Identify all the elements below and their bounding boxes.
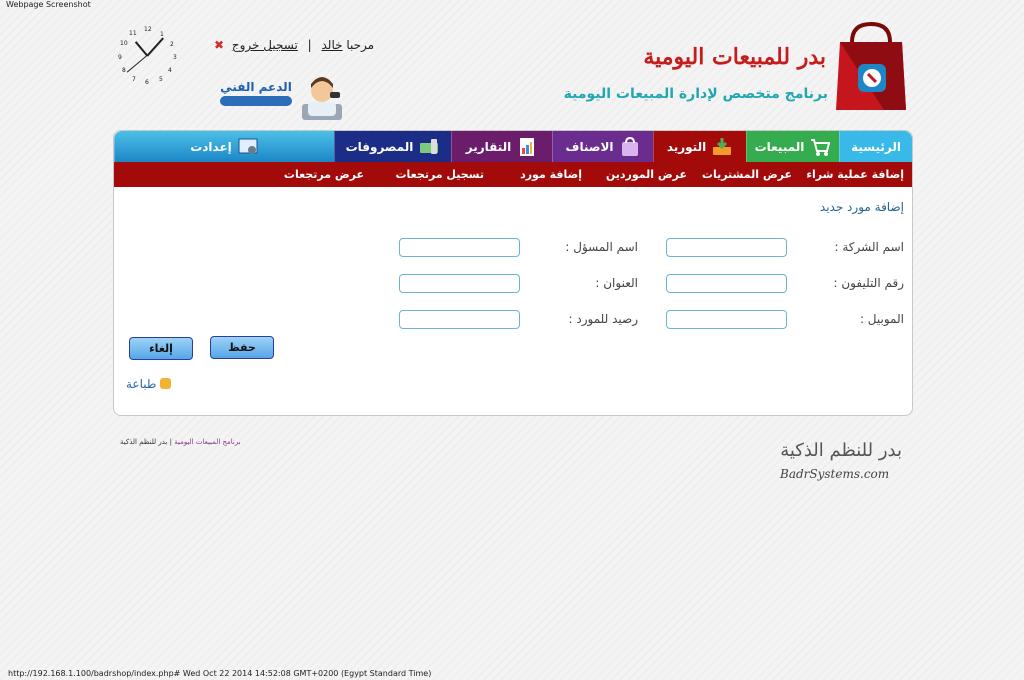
- bag-icon: [621, 136, 638, 156]
- phone-field[interactable]: [666, 274, 787, 293]
- subnav-view-suppliers[interactable]: عرض الموردين: [606, 168, 687, 181]
- copyright-company: بدر للنظم الذكية: [120, 438, 168, 446]
- clock-number: 7: [132, 76, 136, 83]
- nav-items-label: الاصناف: [565, 139, 614, 154]
- main-panel: الرئيسية المبيعات التوريد الاصناف التقار…: [113, 130, 913, 416]
- copyright-separator: |: [169, 438, 172, 446]
- cash-icon: [420, 138, 439, 154]
- sub-nav: إضافة عملية شراء عرض المشتريات عرض المور…: [114, 162, 912, 187]
- cancel-button[interactable]: إلغاء: [129, 337, 193, 360]
- printer-icon: [160, 378, 172, 389]
- clock-number: 2: [170, 41, 174, 48]
- browser-status-line: http://192.168.1.100/badrshop/index.php#…: [8, 669, 432, 678]
- settings-icon: [238, 138, 258, 154]
- support-agent-icon: [302, 77, 342, 120]
- nav-supply-label: التوريد: [666, 139, 707, 154]
- subnav-record-returns[interactable]: تسجيل مرتجعات: [396, 168, 485, 181]
- mobile-label: الموبيل :: [859, 312, 904, 326]
- nav-home-label: الرئيسية: [851, 139, 901, 154]
- clock-number: 9: [118, 54, 122, 61]
- company-signature-logo: بدر للنظم الذكية BadrSystems.com: [770, 440, 910, 484]
- nav-expenses[interactable]: المصروفات: [334, 131, 451, 162]
- subnav-add-purchase[interactable]: إضافة عملية شراء: [806, 168, 904, 181]
- logout-link[interactable]: تسجيل خروج: [232, 38, 298, 52]
- user-bar: مرحبا خالد | تسجيل خروج ✖: [214, 38, 374, 52]
- shopping-bag-logo-icon: [836, 21, 906, 110]
- inbox-download-icon: [713, 137, 732, 155]
- brand-title: بدر للمبيعات اليومية: [643, 44, 826, 70]
- nav-supply[interactable]: التوريد: [653, 131, 746, 162]
- form-title: إضافة مورد جديد: [819, 200, 904, 214]
- clock-minute-hand: [146, 37, 164, 57]
- clock-number: 11: [129, 30, 137, 37]
- clock-number: 5: [159, 76, 163, 83]
- save-button[interactable]: حفظ: [210, 336, 274, 359]
- company-name-field[interactable]: [666, 238, 787, 257]
- clock-number: 3: [173, 54, 177, 61]
- nav-reports[interactable]: التقارير: [451, 131, 552, 162]
- subnav-view-purchases[interactable]: عرض المشتريات: [702, 168, 792, 181]
- phone-label: رقم التليفون :: [833, 276, 904, 290]
- nav-items[interactable]: الاصناف: [552, 131, 653, 162]
- nav-expenses-label: المصروفات: [345, 139, 414, 154]
- clock-number: 10: [120, 40, 128, 47]
- brand-subtitle: برنامج متخصص لإدارة المبيعات اليومية: [563, 86, 828, 102]
- username-link[interactable]: خالد: [322, 38, 343, 52]
- greeting-text: مرحبا: [346, 38, 375, 52]
- separator: |: [307, 38, 312, 52]
- clock-number: 6: [145, 79, 149, 86]
- clock-number: 12: [144, 26, 152, 33]
- analog-clock: 12 1 2 3 4 5 6 7 8 9 10 11: [118, 26, 177, 86]
- support-banner[interactable]: الدعم الفني: [220, 74, 350, 126]
- cart-icon: [811, 138, 831, 156]
- print-link[interactable]: طباعة: [126, 377, 172, 391]
- screenshot-caption: Webpage Screenshot: [6, 0, 91, 9]
- close-icon[interactable]: ✖: [214, 38, 224, 52]
- balance-field[interactable]: [399, 310, 520, 329]
- report-icon: [520, 137, 535, 156]
- signature-english: BadrSystems.com: [780, 467, 890, 481]
- subnav-add-supplier[interactable]: إضافة مورد: [520, 168, 582, 181]
- nav-sales[interactable]: المبيعات: [746, 131, 839, 162]
- company-label: اسم الشركة :: [834, 240, 904, 254]
- balance-label: رصيد للمورد :: [568, 312, 638, 326]
- mobile-field[interactable]: [666, 310, 787, 329]
- clock-number: 4: [168, 67, 172, 74]
- copyright-line: برنامج المبيعات اليومية | بدر للنظم الذك…: [120, 438, 241, 446]
- main-nav: الرئيسية المبيعات التوريد الاصناف التقار…: [114, 131, 912, 162]
- clock-hour-hand: [134, 41, 148, 57]
- address-field[interactable]: [399, 274, 520, 293]
- manager-label: اسم المسؤل :: [565, 240, 638, 254]
- nav-reports-label: التقارير: [465, 139, 512, 154]
- copyright-link[interactable]: برنامج المبيعات اليومية: [174, 438, 240, 446]
- clock-second-hand: [126, 55, 148, 73]
- signature-arabic: بدر للنظم الذكية: [780, 440, 902, 461]
- clock-number: 8: [122, 67, 126, 74]
- nav-settings[interactable]: إعدادت: [114, 131, 334, 162]
- manager-name-field[interactable]: [399, 238, 520, 257]
- nav-sales-label: المبيعات: [754, 139, 805, 154]
- support-title: الدعم الفني: [220, 80, 292, 94]
- address-label: العنوان :: [595, 276, 638, 290]
- nav-settings-label: إعدادت: [190, 139, 232, 154]
- support-subtitle-badge: [220, 96, 292, 106]
- subnav-view-returns[interactable]: عرض مرتجعات: [284, 168, 364, 181]
- print-label: طباعة: [126, 377, 157, 391]
- nav-home[interactable]: الرئيسية: [839, 131, 912, 162]
